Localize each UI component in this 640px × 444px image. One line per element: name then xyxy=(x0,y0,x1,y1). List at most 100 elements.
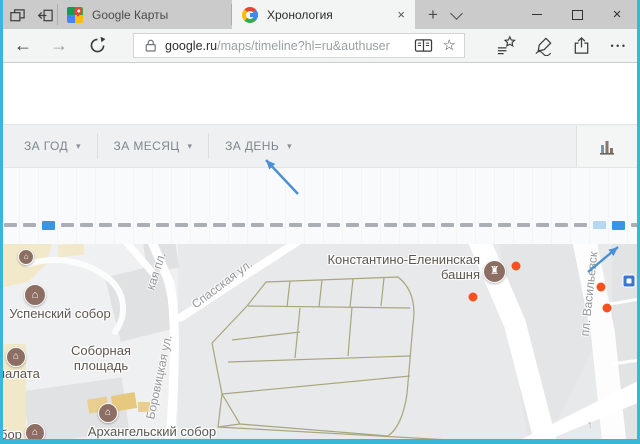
timeline-day-dash[interactable] xyxy=(80,223,93,227)
timeline-day-dash[interactable] xyxy=(137,223,150,227)
tab-bar: Google Карты Хронология × + × xyxy=(0,0,640,29)
sobornaya-ploschad-label[interactable]: Соборнаяплощадь xyxy=(64,343,138,373)
url-box[interactable]: google.ru/maps/timeline?hl=ru&authuser ☆ xyxy=(133,33,465,58)
filter-label: ЗА МЕСЯЦ xyxy=(114,139,180,153)
palaty-poi-icon[interactable]: ⌂ xyxy=(18,249,34,265)
visited-place-dot[interactable] xyxy=(597,283,606,292)
refresh-button[interactable] xyxy=(82,29,112,62)
lock-icon xyxy=(142,37,159,54)
tab-google-maps[interactable]: Google Карты xyxy=(57,0,232,29)
timeline-day-dash[interactable] xyxy=(346,223,359,227)
chart-view-button[interactable] xyxy=(576,126,637,167)
map-label-line: Успенский собор xyxy=(2,306,118,321)
visited-place-dot[interactable] xyxy=(469,293,478,302)
filter-bar: ЗА ГОД ▾ ЗА МЕСЯЦ ▾ ЗА ДЕНЬ ▾ xyxy=(0,124,640,168)
transit-stop-icon[interactable] xyxy=(623,275,636,288)
tab-timeline[interactable]: Хронология × xyxy=(232,0,415,29)
street-label-vasilevsky: пл. Васильевск xyxy=(578,251,601,337)
arkhangelsky-sobor-poi-icon[interactable]: ⌂ xyxy=(98,403,118,423)
timeline-day-dash[interactable] xyxy=(593,221,606,229)
timeline-day-dash[interactable] xyxy=(42,221,55,230)
timeline-day-dash[interactable] xyxy=(384,223,397,227)
filter-by-day[interactable]: ЗА ДЕНЬ ▾ xyxy=(209,133,308,159)
timeline-day-dash[interactable] xyxy=(327,223,340,227)
bashnya-poi-icon[interactable]: ♜ xyxy=(483,260,506,283)
timeline-day-dash[interactable] xyxy=(555,223,568,227)
timeline-day-dash[interactable] xyxy=(498,223,511,227)
timeline-day-dash[interactable] xyxy=(194,223,207,227)
tabs-set-aside-icon[interactable] xyxy=(36,6,54,24)
reading-view-icon[interactable] xyxy=(414,37,433,54)
timeline-day-dash[interactable] xyxy=(4,223,17,227)
timeline-day-dash[interactable] xyxy=(270,223,283,227)
one-way-arrow-icon: ↑ xyxy=(586,419,593,432)
timeline-day-dash[interactable] xyxy=(99,223,112,227)
timeline-day-dash[interactable] xyxy=(460,223,473,227)
caret-down-icon: ▾ xyxy=(188,141,193,152)
sobor-label[interactable]: бор xyxy=(0,427,24,439)
visited-place-dot[interactable] xyxy=(512,262,521,271)
back-button[interactable]: ← xyxy=(8,29,38,62)
timeline-strip[interactable] xyxy=(4,219,638,231)
bar-chart-icon xyxy=(597,137,617,157)
timeline-day-dash[interactable] xyxy=(536,223,549,227)
forward-button[interactable]: → xyxy=(44,29,74,62)
timeline-day-dash[interactable] xyxy=(517,223,530,227)
hub-favorites-icon[interactable] xyxy=(488,29,522,62)
map-label-line: башня xyxy=(318,267,480,282)
timeline-day-dash[interactable] xyxy=(365,223,378,227)
set-tabs-aside-icon[interactable] xyxy=(8,6,26,24)
timeline-day-dash[interactable] xyxy=(175,223,188,227)
timeline-day-dash[interactable] xyxy=(479,223,492,227)
timeline-day-dash[interactable] xyxy=(612,221,625,230)
timeline-day-dash[interactable] xyxy=(308,223,321,227)
map-label-line: Архангельский собор xyxy=(82,424,222,439)
window-minimize-button[interactable] xyxy=(518,0,556,29)
timeline-scrubber-zone xyxy=(0,168,640,244)
street-label-ivanovskaya: кая пл. xyxy=(143,250,168,291)
caret-down-icon: ▾ xyxy=(287,141,292,152)
map-label-line: палата xyxy=(0,366,50,381)
window-close-button[interactable]: × xyxy=(598,0,636,29)
add-favorite-star-icon[interactable]: ☆ xyxy=(443,38,456,53)
more-options-icon[interactable]: ••• xyxy=(602,29,636,62)
konstantino-eleninskaya-label[interactable]: Константино-Еленинскаябашня xyxy=(318,252,480,282)
tab-close-icon[interactable]: × xyxy=(397,8,405,21)
sobor-poi-icon[interactable]: ⌂ xyxy=(25,423,45,439)
palata-poi-icon[interactable]: ⌂ xyxy=(6,347,26,367)
timeline-day-dash[interactable] xyxy=(23,223,36,227)
uspensky-sobor-poi-icon[interactable]: ⌂ xyxy=(24,284,46,306)
window-maximize-button[interactable] xyxy=(558,0,596,29)
palata-label[interactable]: палата xyxy=(0,366,50,381)
street-label-borovitskaya: Боровицкая ул. xyxy=(143,334,175,421)
web-note-pen-icon[interactable] xyxy=(526,29,560,62)
map-canvas[interactable]: ⌂ ⌂ ⌂ ⌂ ⌂ ♜Константино-Еленинскаябашня Успенск… xyxy=(0,244,640,439)
timeline-day-dash[interactable] xyxy=(232,223,245,227)
map-label-line: площадь xyxy=(64,358,138,373)
timeline-day-dash[interactable] xyxy=(422,223,435,227)
map-label-line: бор xyxy=(0,427,24,439)
timeline-day-dash[interactable] xyxy=(289,223,302,227)
timeline-day-dash[interactable] xyxy=(574,223,587,227)
timeline-day-dash[interactable] xyxy=(118,223,131,227)
timeline-day-dash[interactable] xyxy=(251,223,264,227)
arkhangelsky-sobor-label[interactable]: Архангельский собор xyxy=(82,424,222,439)
timeline-day-dash[interactable] xyxy=(441,223,454,227)
uspensky-sobor-label[interactable]: Успенский собор xyxy=(2,306,118,321)
timeline-page-header: Хронология СЕГОДНЯ xyxy=(0,63,640,124)
tab-preview-chevron-icon[interactable] xyxy=(450,7,463,20)
share-icon[interactable] xyxy=(564,29,598,62)
filter-by-year[interactable]: ЗА ГОД ▾ xyxy=(0,133,97,159)
filter-label: ЗА ГОД xyxy=(24,139,68,153)
filter-by-month[interactable]: ЗА МЕСЯЦ ▾ xyxy=(98,133,209,159)
filter-label: ЗА ДЕНЬ xyxy=(225,139,279,153)
map-label-line: Константино-Еленинская xyxy=(318,252,480,267)
timeline-day-dash[interactable] xyxy=(156,223,169,227)
google-g-favicon xyxy=(242,7,258,23)
visited-place-dot[interactable] xyxy=(603,304,612,313)
url-text[interactable]: google.ru/maps/timeline?hl=ru&authuser xyxy=(165,39,390,53)
timeline-day-dash[interactable] xyxy=(61,223,74,227)
new-tab-button[interactable]: + xyxy=(420,0,446,29)
timeline-day-dash[interactable] xyxy=(213,223,226,227)
timeline-day-dash[interactable] xyxy=(403,223,416,227)
